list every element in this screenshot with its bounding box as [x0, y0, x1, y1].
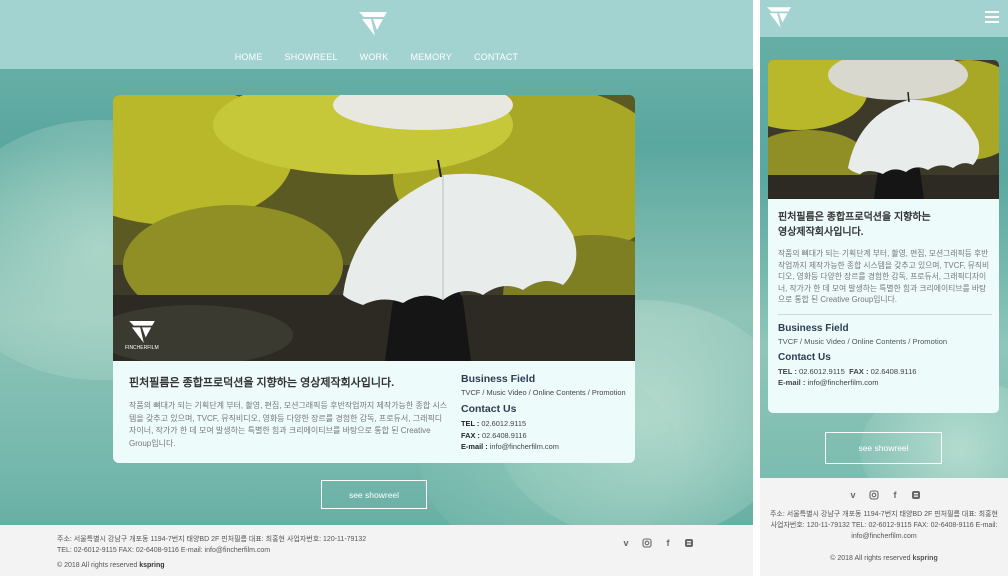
- photo-watermark: FINCHERFILM: [125, 321, 159, 351]
- mobile-intro-card: 핀처필름은 종합프로덕션을 지향하는 영상제작회사입니다. 작품의 뼈대가 되는…: [768, 60, 999, 413]
- info-section: Business Field TVCF / Music Video / Onli…: [461, 373, 631, 453]
- mobile-social-links: v f: [848, 490, 921, 500]
- watermark-text: FINCHERFILM: [125, 345, 159, 351]
- about-body: 작품의 뼈대가 되는 기획단계 부터, 촬영, 편집, 모션그래픽등 후반작업까…: [129, 401, 448, 448]
- instagram-icon[interactable]: [869, 490, 879, 500]
- site-header: HOME SHOWREEL WORK MEMORY CONTACT: [0, 0, 753, 69]
- facebook-icon[interactable]: f: [890, 490, 900, 500]
- mobile-footer-info: 주소: 서울특별시 강남구 개포동 1194-7번지 태양BD 2F 핀처필름 …: [769, 511, 998, 540]
- mobile-about-section: 핀처필름은 종합프로덕션을 지향하는 영상제작회사입니다. 작품의 뼈대가 되는…: [778, 210, 992, 389]
- fincherfilm-logo-icon[interactable]: [767, 7, 791, 28]
- mobile-business-title: Business Field: [778, 322, 849, 334]
- nav-work[interactable]: WORK: [360, 52, 389, 62]
- mobile-footer: v f 주소: 서울특별시 강남구 개포동 1194-7번지 태양BD 2F 핀…: [760, 478, 1008, 576]
- mobile-see-showreel-button[interactable]: see showreel: [825, 432, 942, 464]
- mobile-contact-title: Contact Us: [778, 351, 831, 363]
- mobile-hero-photo: [768, 60, 999, 199]
- footer-copyright: © 2018 All rights reserved kspring: [57, 562, 165, 569]
- mobile-view: 핀처필름은 종합프로덕션을 지향하는 영상제작회사입니다. 작품의 뼈대가 되는…: [760, 0, 1008, 576]
- contact-email: E-mail : info@fincherfilm.com: [461, 442, 559, 451]
- business-title: Business Field: [461, 373, 536, 385]
- see-showreel-button[interactable]: see showreel: [321, 480, 427, 509]
- blog-icon[interactable]: [911, 490, 921, 500]
- facebook-icon[interactable]: f: [663, 538, 673, 548]
- blog-icon[interactable]: [684, 538, 694, 548]
- nav-contact[interactable]: CONTACT: [474, 52, 518, 62]
- contact-title: Contact Us: [461, 403, 517, 415]
- vimeo-icon[interactable]: v: [848, 490, 858, 500]
- mobile-header: [760, 0, 1008, 37]
- umbrella-photo-image: [113, 95, 635, 361]
- nav-home[interactable]: HOME: [235, 52, 263, 62]
- mobile-about-title: 핀처필름은 종합프로덕션을 지향하는 영상제작회사입니다.: [778, 212, 931, 238]
- nav-memory[interactable]: MEMORY: [410, 52, 452, 62]
- fincherfilm-watermark-icon: [128, 321, 155, 343]
- business-text: TVCF / Music Video / Online Contents / P…: [461, 388, 626, 397]
- mobile-contact-email: E-mail : info@fincherfilm.com: [778, 378, 879, 388]
- page: HOME SHOWREEL WORK MEMORY CONTACT FINCHE…: [0, 0, 1008, 576]
- nav-showreel[interactable]: SHOWREEL: [285, 52, 338, 62]
- hero-photo: FINCHERFILM: [113, 95, 635, 361]
- mobile-about-body: 작품의 뼈대가 되는 기획단계 부터, 촬영, 편집, 모션그래픽등 후반작업까…: [778, 249, 990, 305]
- contact-fax: FAX : 02.6408.9116: [461, 430, 527, 440]
- footer-contact: TEL: 02-6012-9115 FAX: 02-6408-9116 E-ma…: [57, 546, 271, 554]
- about-section: 핀처필름은 종합프로덕션을 지향하는 영상제작회사입니다. 작품의 뼈대가 되는…: [129, 374, 449, 450]
- intro-card: FINCHERFILM 핀처필름은 종합프로덕션을 지향하는 영상제작회사입니다…: [113, 95, 635, 463]
- mobile-footer-copyright: © 2018 All rights reserved kspring: [830, 555, 938, 562]
- footer-address: 주소: 서울특별시 강남구 개포동 1194-7번지 태양BD 2F 핀처필름 …: [57, 536, 367, 543]
- contact-tel: TEL : 02.6012.9115: [461, 419, 527, 428]
- umbrella-photo-image: [768, 60, 999, 199]
- social-links: v f: [621, 538, 694, 548]
- desktop-view: HOME SHOWREEL WORK MEMORY CONTACT FINCHE…: [0, 0, 753, 576]
- mobile-business-text: TVCF / Music Video / Online Contents / P…: [778, 336, 948, 346]
- fincherfilm-logo-icon[interactable]: [359, 12, 387, 36]
- footer-info: 주소: 서울특별시 강남구 개포동 1194-7번지 태양BD 2F 핀처필름 …: [57, 535, 366, 572]
- vimeo-icon[interactable]: v: [621, 538, 631, 548]
- site-footer: 주소: 서울특별시 강남구 개포동 1194-7번지 태양BD 2F 핀처필름 …: [0, 525, 753, 576]
- hamburger-menu-icon[interactable]: [985, 11, 999, 23]
- divider: [778, 313, 992, 315]
- main-nav: HOME SHOWREEL WORK MEMORY CONTACT: [0, 52, 753, 62]
- instagram-icon[interactable]: [642, 538, 652, 548]
- about-title: 핀처필름은 종합프로덕션을 지향하는 영상제작회사입니다.: [129, 377, 395, 389]
- mobile-contact-phone: TEL : 02.6012.9115 FAX : 02.6408.9116: [778, 366, 917, 376]
